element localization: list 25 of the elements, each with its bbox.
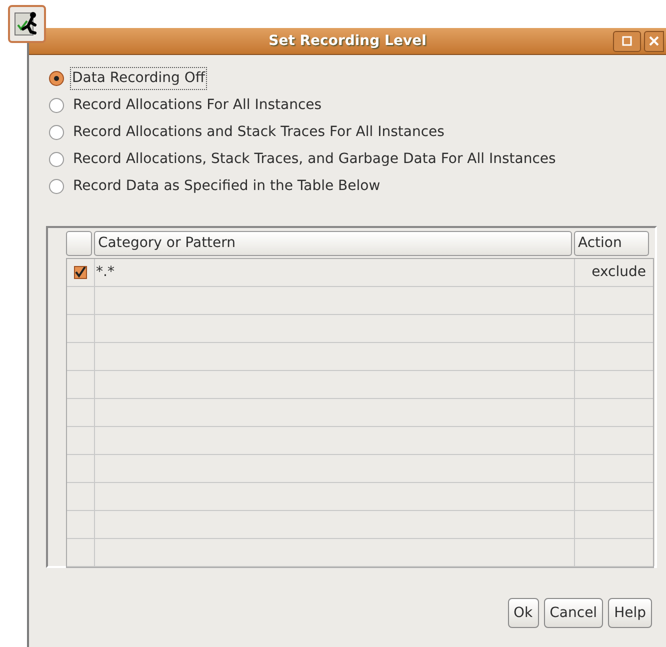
dialog-button[interactable]: Cancel — [544, 598, 604, 628]
radio-label[interactable]: Record Allocations For All Instances — [70, 94, 325, 116]
table-cell-text: exclude — [592, 263, 646, 282]
maximize-button[interactable] — [613, 30, 641, 52]
radio-label[interactable]: Record Allocations, Stack Traces, and Garbage Data For All Instances — [70, 148, 559, 170]
window-title: Set Recording Level — [268, 32, 426, 50]
radio-button[interactable] — [49, 152, 64, 166]
checkbox[interactable] — [74, 266, 87, 279]
maximize-icon — [622, 36, 632, 46]
app-icon[interactable] — [8, 5, 46, 43]
column-header[interactable] — [66, 231, 92, 256]
radio-button[interactable] — [49, 70, 64, 86]
close-button[interactable] — [644, 30, 664, 52]
radio-label[interactable]: Record Allocations and Stack Traces For All Instances — [70, 120, 448, 144]
close-icon — [649, 36, 659, 46]
radio-label[interactable]: Record Data as Specified in the Table Below — [70, 174, 384, 198]
table-cell-text: *.* — [96, 263, 114, 282]
column-header[interactable]: Category or Pattern — [94, 231, 572, 256]
dialog-button[interactable]: Ok — [508, 598, 539, 628]
dialog-button[interactable]: Help — [608, 598, 652, 628]
radio-button[interactable] — [49, 124, 64, 140]
radio-button[interactable] — [49, 178, 64, 194]
column-header[interactable]: Action — [574, 231, 649, 256]
radio-button[interactable] — [49, 98, 64, 112]
radio-label[interactable]: Data Recording Off — [70, 66, 208, 90]
